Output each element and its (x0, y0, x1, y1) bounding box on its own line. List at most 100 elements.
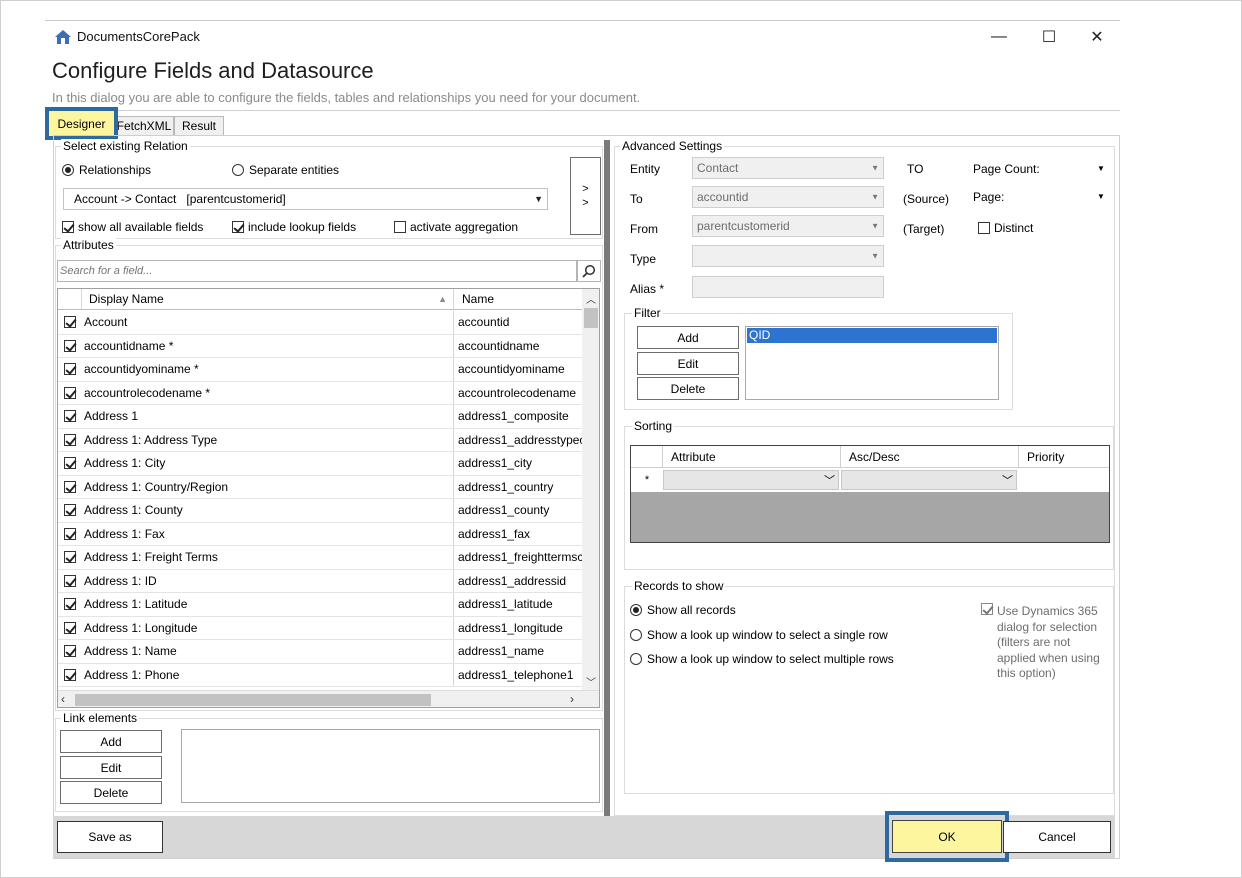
chk-dynamics-dialog[interactable] (981, 603, 993, 618)
minimize-button[interactable]: — (976, 24, 1022, 50)
move-relation-button[interactable]: > > (570, 157, 601, 235)
row-checkbox[interactable] (64, 621, 76, 634)
col-header-name[interactable]: Name (454, 292, 582, 306)
tab-fetchxml[interactable]: FetchXML (114, 116, 174, 135)
attribute-search-input[interactable] (57, 260, 577, 282)
row-checkbox[interactable] (64, 316, 76, 329)
table-row[interactable]: Address 1: Country/Region address1_countr… (58, 475, 582, 499)
table-row[interactable]: Address 1: ID address1_addressid (58, 569, 582, 593)
attributes-grid[interactable]: Display Name ▲ Name Account accountid acco… (57, 288, 600, 708)
radio-show-all-dot[interactable] (630, 604, 642, 616)
table-row[interactable]: accountrolecodename * accountrolecodename (58, 381, 582, 405)
tab-result[interactable]: Result (174, 116, 224, 135)
table-row[interactable]: Address 1: County address1_county (58, 499, 582, 523)
scroll-up-icon[interactable]: ︿ (586, 291, 596, 306)
chk-aggregation-box[interactable] (394, 221, 406, 233)
close-button[interactable]: ✕ (1074, 24, 1120, 50)
alias-input[interactable] (692, 276, 884, 298)
col-header-attribute[interactable]: Attribute (663, 446, 841, 467)
filter-add-button[interactable]: Add (637, 326, 739, 349)
chk-show-all-box[interactable] (62, 221, 74, 233)
link-add-button[interactable]: Add (60, 730, 162, 753)
save-as-button[interactable]: Save as (57, 821, 163, 853)
row-checkbox[interactable] (64, 527, 76, 540)
row-checkbox[interactable] (64, 480, 76, 493)
relation-select[interactable]: Account -> Contact [parentcustomerid] ▼ (63, 188, 548, 210)
chk-distinct-box[interactable] (978, 222, 990, 234)
chk-include-lookup[interactable]: include lookup fields (232, 220, 356, 234)
from-select[interactable]: parentcustomerid ▼ (692, 215, 884, 237)
maximize-button[interactable]: ☐ (1026, 24, 1072, 50)
table-row[interactable]: Account accountid (58, 311, 582, 335)
panel-splitter[interactable] (604, 140, 610, 816)
scroll-down-icon[interactable]: ﹀ (586, 674, 596, 689)
row-checkbox[interactable] (64, 551, 76, 564)
link-edit-button[interactable]: Edit (60, 756, 162, 779)
radio-relationships-dot[interactable] (62, 164, 74, 176)
chk-show-all-fields[interactable]: show all available fields (62, 220, 203, 234)
sort-priority-cell[interactable] (1017, 468, 1109, 492)
radio-single-row[interactable]: Show a look up window to select a single… (630, 628, 888, 642)
row-checkbox[interactable] (64, 410, 76, 423)
type-select[interactable]: ▼ (692, 245, 884, 267)
table-row[interactable]: accountidname * accountidname (58, 334, 582, 358)
sort-ascdesc-select[interactable]: ﹀ (841, 470, 1017, 490)
tab-designer[interactable]: Designer (49, 111, 114, 136)
table-row[interactable]: Address 1: Freight Terms address1_freight… (58, 546, 582, 570)
filter-delete-button[interactable]: Delete (637, 377, 739, 400)
row-checkbox[interactable] (64, 433, 76, 446)
row-checkbox[interactable] (64, 645, 76, 658)
scroll-right-icon[interactable]: › (570, 692, 574, 706)
table-row[interactable]: Address 1: Name address1_name (58, 640, 582, 664)
grid-horizontal-scrollbar[interactable]: ‹ › (58, 690, 599, 707)
to-select[interactable]: accountid ▼ (692, 186, 884, 208)
row-checkbox[interactable] (64, 339, 76, 352)
chk-include-lookup-box[interactable] (232, 221, 244, 233)
filter-list-item[interactable]: QID (747, 328, 997, 343)
row-checkbox[interactable] (64, 386, 76, 399)
sort-attribute-select[interactable]: ﹀ (663, 470, 839, 490)
radio-separate-dot[interactable] (232, 164, 244, 176)
radio-multiple-rows[interactable]: Show a look up window to select multiple… (630, 652, 894, 666)
table-row[interactable]: Address 1: Latitude address1_latitude (58, 593, 582, 617)
grid-vertical-scrollbar[interactable]: ︿ ﹀ (582, 289, 599, 691)
radio-multiple-dot[interactable] (630, 653, 642, 665)
page-dropdown[interactable]: ▼ (1092, 188, 1110, 204)
chk-distinct[interactable]: Distinct (978, 221, 1033, 235)
table-row[interactable]: Address 1: Address Type address1_addresst… (58, 428, 582, 452)
row-checkbox[interactable] (64, 598, 76, 611)
radio-single-dot[interactable] (630, 629, 642, 641)
page-count-dropdown[interactable]: ▼ (1092, 160, 1110, 176)
col-header-priority[interactable]: Priority (1019, 446, 1109, 467)
table-row[interactable]: accountidyominame * accountidyominame (58, 358, 582, 382)
attribute-search-button[interactable] (577, 260, 601, 282)
grid-vscroll-thumb[interactable] (584, 308, 598, 328)
entity-select[interactable]: Contact ▼ (692, 157, 884, 179)
radio-show-all-records[interactable]: Show all records (630, 603, 736, 617)
chk-dynamics-box[interactable] (981, 603, 993, 615)
radio-separate-entities[interactable]: Separate entities (232, 163, 339, 177)
table-row[interactable]: Address 1: City address1_city (58, 452, 582, 476)
ok-button[interactable]: OK (892, 820, 1002, 853)
filter-edit-button[interactable]: Edit (637, 352, 739, 375)
row-checkbox[interactable] (64, 668, 76, 681)
sorting-grid[interactable]: Attribute Asc/Desc Priority * ﹀ ﹀ (630, 445, 1110, 543)
col-header-ascdesc[interactable]: Asc/Desc (841, 446, 1019, 467)
table-row[interactable]: Address 1: Phone address1_telephone1 (58, 663, 582, 687)
table-row[interactable]: Address 1 address1_composite (58, 405, 582, 429)
table-row[interactable]: Address 1: Longitude address1_longitude (58, 616, 582, 640)
link-elements-list[interactable] (181, 729, 600, 803)
scroll-left-icon[interactable]: ‹ (61, 692, 65, 706)
table-row[interactable]: Address 1: Fax address1_fax (58, 522, 582, 546)
chk-activate-aggregation[interactable]: activate aggregation (394, 220, 518, 234)
row-checkbox[interactable] (64, 363, 76, 376)
row-checkbox[interactable] (64, 574, 76, 587)
col-header-display-name[interactable]: Display Name ▲ (82, 289, 454, 309)
filter-list[interactable]: QID (745, 326, 999, 400)
cancel-button[interactable]: Cancel (1003, 821, 1111, 853)
row-checkbox[interactable] (64, 504, 76, 517)
row-checkbox[interactable] (64, 457, 76, 470)
radio-relationships[interactable]: Relationships (62, 163, 151, 177)
grid-hscroll-thumb[interactable] (75, 694, 431, 706)
link-delete-button[interactable]: Delete (60, 781, 162, 804)
